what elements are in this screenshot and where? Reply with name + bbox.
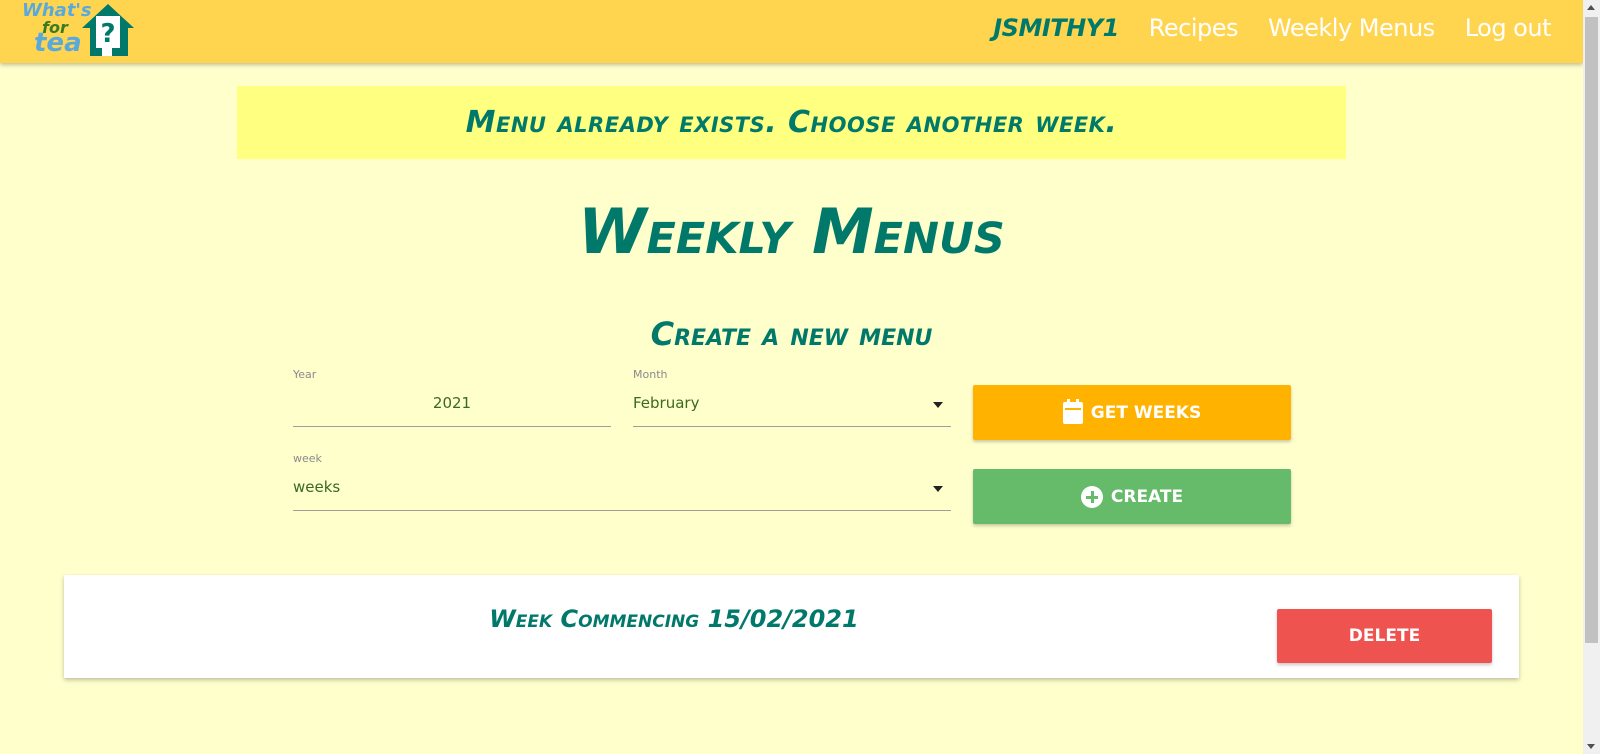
month-label: Month: [633, 368, 668, 381]
year-field[interactable]: Year 2021: [293, 368, 611, 427]
page: ? What's for tea JSMITHY1 Recipes Weekly…: [0, 0, 1583, 754]
logo-text-tea: tea: [34, 28, 82, 58]
calendar-icon: [1062, 398, 1083, 424]
scroll-thumb[interactable]: [1585, 17, 1598, 643]
create-label: create: [1110, 486, 1184, 507]
alert-banner: Menu already exists. Choose another week…: [237, 86, 1346, 159]
nav-recipes-link[interactable]: Recipes: [1149, 14, 1239, 42]
page-title: Weekly Menus: [578, 195, 1005, 268]
month-value: February: [633, 394, 700, 412]
delete-button[interactable]: Delete: [1277, 609, 1492, 663]
chevron-down-icon: [933, 486, 943, 492]
chevron-down-icon: [933, 402, 943, 408]
section-title: Create a new menu: [650, 315, 933, 353]
alert-message: Menu already exists. Choose another week…: [465, 105, 1118, 140]
menu-card-title[interactable]: Week Commencing 15/02/2021: [64, 605, 1284, 633]
year-label: Year: [293, 368, 317, 381]
delete-label: Delete: [1348, 626, 1421, 646]
week-label: week: [293, 452, 322, 465]
get-weeks-button[interactable]: get weeks: [973, 385, 1291, 440]
scrollbar[interactable]: [1583, 0, 1600, 754]
nav-links: JSMITHY1 Recipes Weekly Menus Log out: [993, 14, 1551, 42]
plus-circle-icon: [1080, 485, 1103, 508]
scroll-down-icon[interactable]: [1587, 744, 1595, 749]
week-select[interactable]: week weeks: [293, 452, 951, 511]
week-value: weeks: [293, 478, 341, 496]
create-button[interactable]: create: [973, 469, 1291, 524]
nav-weekly-menus-link[interactable]: Weekly Menus: [1268, 14, 1435, 42]
nav-logout-link[interactable]: Log out: [1465, 14, 1552, 42]
app-logo[interactable]: ? What's for tea: [20, 0, 140, 62]
year-input[interactable]: 2021: [293, 394, 611, 412]
month-select[interactable]: Month February: [633, 368, 951, 427]
navbar: ? What's for tea JSMITHY1 Recipes Weekly…: [0, 0, 1583, 63]
get-weeks-label: get weeks: [1090, 402, 1202, 423]
scroll-up-icon[interactable]: [1587, 5, 1595, 10]
menu-card: Week Commencing 15/02/2021 Delete: [64, 575, 1519, 678]
nav-user-link[interactable]: JSMITHY1: [993, 14, 1119, 42]
